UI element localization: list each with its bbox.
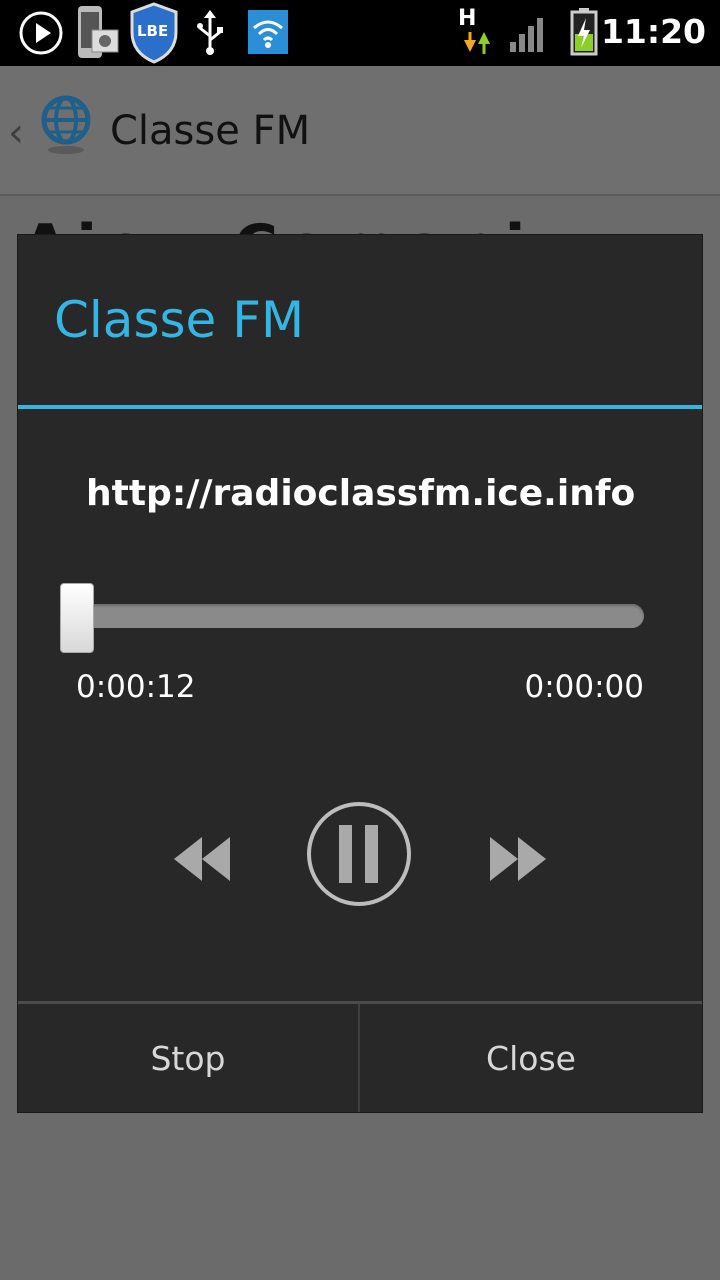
status-clock: 11:20 [600, 12, 706, 51]
app-bar-title: Classe FM [110, 108, 311, 154]
player-dialog: Classe FM http://radioclassfm.ice.infoma… [18, 235, 702, 1112]
seek-bar[interactable] [70, 604, 644, 628]
wifi-icon [248, 10, 288, 54]
signal-icon [510, 18, 543, 52]
time-total: 0:00:00 [524, 669, 644, 705]
dialog-title: Classe FM [54, 291, 305, 349]
dialog-title-divider [18, 405, 702, 409]
battery-icon [570, 8, 598, 56]
app-bar: ‹ Classe FM [0, 66, 720, 196]
screen: LBE H 11:20 ‹ Classe FM Classe FM http:/… [0, 0, 720, 1280]
status-bar: LBE H 11:20 [0, 0, 720, 66]
up-chevron-icon[interactable]: ‹ [8, 110, 24, 156]
close-button[interactable]: Close [360, 1004, 702, 1112]
pause-button[interactable] [306, 791, 412, 917]
stream-url: http://radioclassfm.ice.infomaniak.ch [86, 473, 634, 514]
lbe-label: LBE [137, 22, 169, 40]
stop-button[interactable]: Stop [18, 1004, 358, 1112]
pause-icon [339, 825, 352, 883]
fast-forward-button[interactable] [486, 831, 552, 887]
fast-forward-icon [490, 837, 518, 881]
rewind-button[interactable] [170, 831, 236, 887]
data-arrows-icon [464, 32, 490, 54]
phone-photo-icon [78, 6, 119, 58]
rewind-icon [174, 837, 202, 881]
seek-thumb[interactable] [60, 583, 94, 653]
usb-icon [197, 10, 223, 55]
network-type-label: H [458, 6, 477, 31]
time-elapsed: 0:00:12 [76, 669, 196, 705]
play-icon [19, 11, 63, 55]
globe-icon[interactable] [38, 92, 94, 156]
